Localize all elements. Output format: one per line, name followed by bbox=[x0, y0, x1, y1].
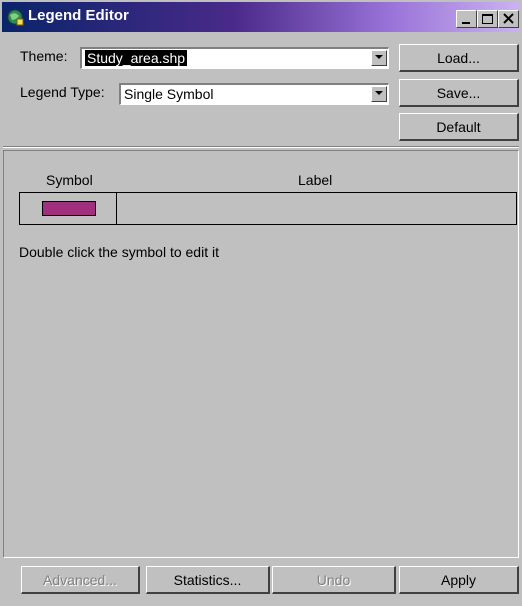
symbol-swatch[interactable] bbox=[42, 201, 96, 216]
hint-text: Double click the symbol to edit it bbox=[19, 244, 219, 260]
default-button[interactable]: Default bbox=[399, 113, 519, 141]
dropdown-arrow-button[interactable] bbox=[371, 50, 387, 66]
load-button[interactable]: Load... bbox=[399, 44, 519, 72]
undo-button[interactable]: Undo bbox=[272, 566, 396, 594]
separator bbox=[3, 146, 519, 148]
chevron-down-icon bbox=[375, 55, 383, 59]
theme-value: Study_area.shp bbox=[83, 49, 189, 67]
chevron-down-icon bbox=[375, 91, 383, 95]
maximize-icon bbox=[482, 14, 493, 24]
column-header-symbol: Symbol bbox=[46, 172, 93, 188]
window-title: Legend Editor bbox=[28, 7, 129, 24]
apply-button[interactable]: Apply bbox=[399, 566, 519, 594]
theme-label: Theme: bbox=[20, 48, 68, 64]
statistics-button[interactable]: Statistics... bbox=[146, 566, 270, 594]
table-row[interactable] bbox=[19, 192, 517, 225]
theme-dropdown[interactable]: Study_area.shp bbox=[80, 47, 389, 69]
save-button[interactable]: Save... bbox=[399, 79, 519, 107]
maximize-button[interactable] bbox=[477, 10, 498, 28]
globe-icon bbox=[6, 8, 24, 26]
legend-editor-window: Legend Editor Theme: Study_area.shp Lege… bbox=[0, 0, 522, 606]
column-header-label: Label bbox=[298, 172, 333, 188]
legend-type-label: Legend Type: bbox=[20, 84, 105, 100]
legend-type-dropdown[interactable]: Single Symbol bbox=[119, 83, 389, 105]
close-icon bbox=[503, 13, 514, 24]
close-button[interactable] bbox=[498, 10, 519, 28]
advanced-button[interactable]: Advanced... bbox=[21, 566, 140, 594]
dropdown-arrow-button[interactable] bbox=[371, 86, 387, 102]
column-divider bbox=[116, 193, 117, 224]
minimize-button[interactable] bbox=[456, 10, 477, 28]
title-bar[interactable]: Legend Editor bbox=[2, 2, 520, 32]
legend-type-value: Single Symbol bbox=[124, 86, 214, 102]
minimize-icon bbox=[462, 22, 470, 24]
